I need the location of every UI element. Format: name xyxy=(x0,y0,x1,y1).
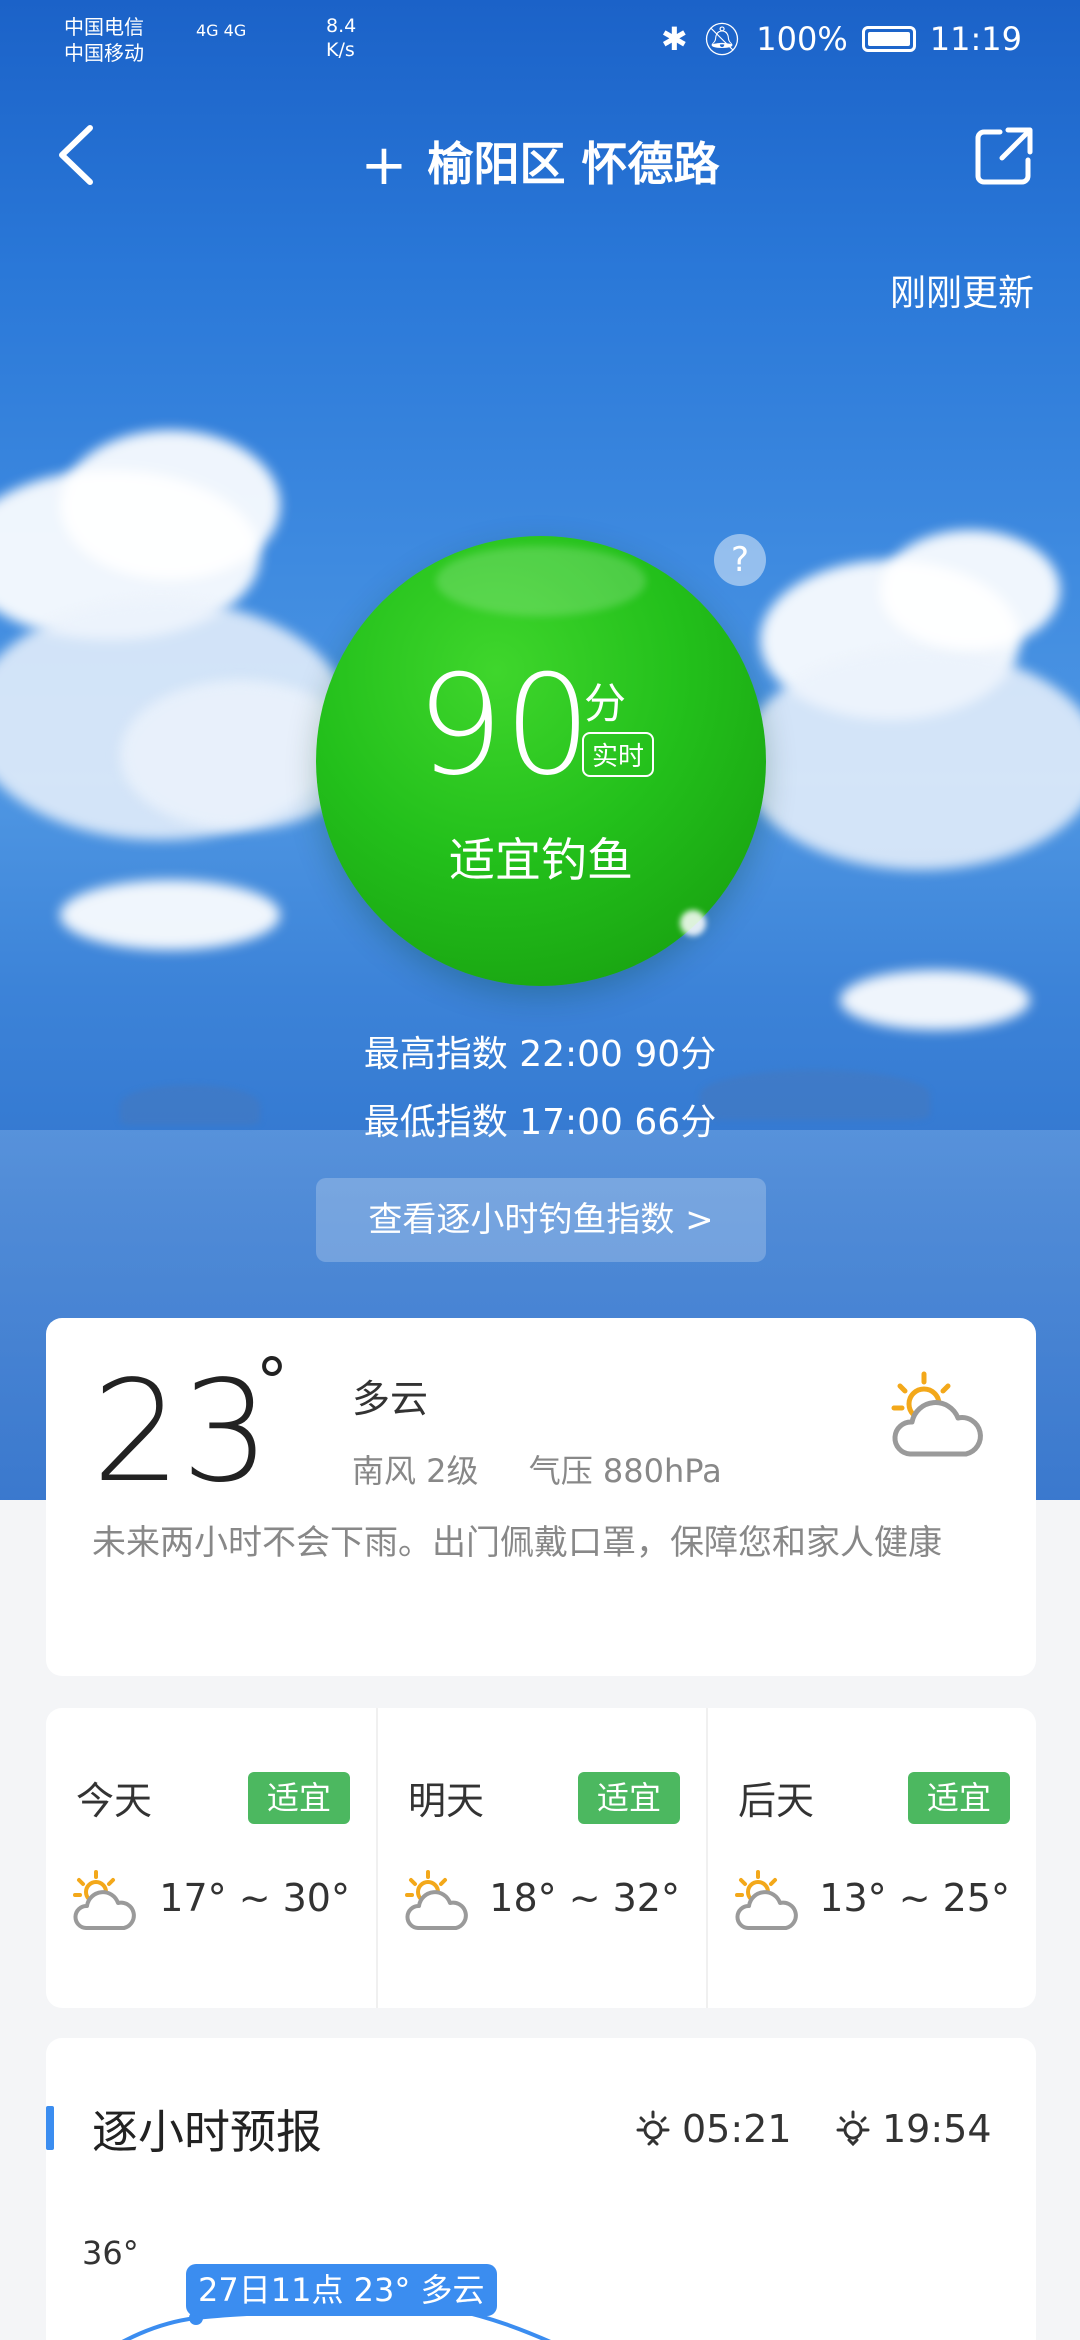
index-score: 90 xyxy=(416,645,592,806)
help-icon[interactable]: ? xyxy=(714,534,766,586)
suitability-badge: 适宜 xyxy=(908,1772,1010,1824)
speed-value: 8.4 xyxy=(326,15,357,37)
hourly-index-button[interactable]: 查看逐小时钓鱼指数 > xyxy=(316,1178,766,1262)
sunset-info: 19:54 xyxy=(830,2106,992,2152)
cloud-decoration xyxy=(880,530,1060,650)
status-bar: 中国电信 中国移动 4G 4G 8.4 K/s ✱ 🔕︎ 100% 11:19 xyxy=(0,0,1080,80)
network-speed: 8.4 K/s xyxy=(326,14,356,62)
partly-cloudy-icon xyxy=(732,1868,808,1934)
clock: 11:19 xyxy=(929,20,1022,58)
gloss-decoration xyxy=(436,546,646,616)
share-icon[interactable] xyxy=(972,124,1036,188)
wind-info: 南风 2级 xyxy=(352,1452,479,1490)
speed-unit: K/s xyxy=(326,39,355,61)
location-name: 榆阳区 怀德路 xyxy=(427,137,720,191)
hourly-title: 逐小时预报 xyxy=(92,2105,322,2159)
temp-range: 17° ~ 30° xyxy=(159,1876,350,1920)
sunset-icon xyxy=(836,2110,870,2147)
partly-cloudy-icon xyxy=(402,1868,478,1934)
day-name: 后天 xyxy=(738,1779,815,1823)
status-right: ✱ 🔕︎ 100% 11:19 xyxy=(661,20,1022,58)
section-accent-bar xyxy=(46,2106,54,2150)
sunrise-time: 05:21 xyxy=(682,2107,792,2151)
current-condition: 多云 xyxy=(352,1377,429,1421)
fishing-index-ball[interactable]: 90 分 实时 适宜钓鱼 xyxy=(316,536,766,986)
carrier-info: 中国电信 中国移动 xyxy=(64,14,144,66)
temp-range: 13° ~ 25° xyxy=(819,1876,1010,1920)
hourly-tooltip: 27日11点 23° 多云 xyxy=(186,2264,497,2316)
current-temp: 23 xyxy=(92,1351,271,1514)
cloud-decoration xyxy=(60,880,280,950)
suitability-badge: 适宜 xyxy=(578,1772,680,1824)
update-status: 刚刚更新 xyxy=(889,273,1034,314)
cloud-decoration xyxy=(840,970,1030,1030)
day-name: 今天 xyxy=(76,1779,153,1823)
cloud-decoration xyxy=(60,430,280,580)
hourly-forecast-card: 逐小时预报 05:21 19:54 36° 27日11点 23° 多云 xyxy=(46,2038,1036,2340)
mute-icon: 🔕︎ xyxy=(701,20,743,58)
suitability-badge: 适宜 xyxy=(248,1772,350,1824)
carrier-telecom: 中国电信 xyxy=(64,15,144,39)
wind-pressure: 南风 2级 气压 880hPa xyxy=(352,1446,722,1492)
network-type: 4G 4G xyxy=(196,21,247,40)
cloud-decoration xyxy=(740,650,1080,870)
partly-cloudy-icon xyxy=(886,1368,996,1464)
forecast-day-today[interactable]: 今天 适宜 17° ~ 30° xyxy=(46,1708,376,2008)
top-nav: + 榆阳区 怀德路 xyxy=(0,110,1080,200)
current-weather-card[interactable]: 23 ° 多云 南风 2级 气压 880hPa 未来两小时不会下雨。出门佩戴口罩… xyxy=(46,1318,1036,1676)
min-index: 最低指数 17:00 66分 xyxy=(363,1102,717,1143)
bluetooth-icon: ✱ xyxy=(660,20,688,58)
shine-decoration xyxy=(680,910,706,936)
forecast-day-tomorrow[interactable]: 明天 适宜 18° ~ 32° xyxy=(376,1708,706,2008)
battery-icon xyxy=(861,26,916,52)
plus-icon[interactable]: + xyxy=(361,133,408,198)
carrier-mobile: 中国移动 xyxy=(64,41,144,65)
temp-range: 18° ~ 32° xyxy=(489,1876,680,1920)
sunrise-icon xyxy=(636,2110,670,2146)
partly-cloudy-icon xyxy=(70,1868,146,1934)
battery-percent: 100% xyxy=(756,20,848,58)
index-unit: 分 xyxy=(584,679,627,728)
sunrise-info: 05:21 xyxy=(630,2106,792,2152)
weather-description: 未来两小时不会下雨。出门佩戴口罩，保障您和家人健康 xyxy=(92,1523,942,1563)
realtime-tag: 实时 xyxy=(582,732,655,777)
day-name: 明天 xyxy=(408,1779,485,1823)
y-axis-max-label: 36° xyxy=(82,2234,139,2272)
location-title[interactable]: + 榆阳区 怀德路 xyxy=(0,128,1080,198)
forecast-day-after-tomorrow[interactable]: 后天 适宜 13° ~ 25° xyxy=(706,1708,1036,2008)
index-label: 适宜钓鱼 xyxy=(449,833,633,887)
three-day-forecast-card: 今天 适宜 17° ~ 30° 明天 适宜 18° ~ 32° 后天 适宜 13… xyxy=(46,1708,1036,2008)
pressure-info: 气压 880hPa xyxy=(528,1452,722,1490)
degree-symbol: ° xyxy=(256,1346,288,1420)
max-index: 最高指数 22:00 90分 xyxy=(363,1034,717,1075)
sunset-time: 19:54 xyxy=(882,2107,992,2151)
